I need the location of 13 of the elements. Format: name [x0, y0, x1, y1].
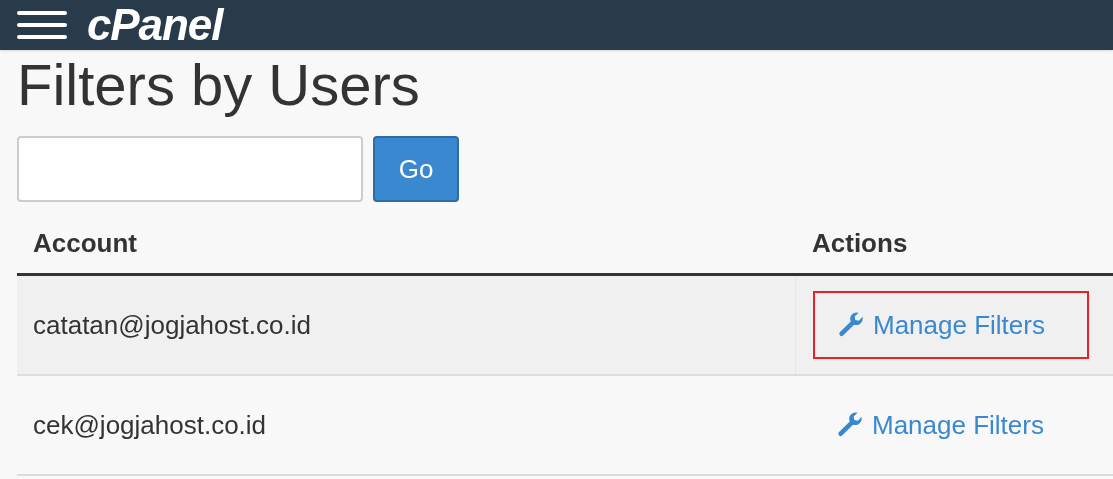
manage-filters-link[interactable]: Manage Filters [812, 391, 1088, 459]
wrench-icon [837, 311, 865, 339]
table-row[interactable]: catatan@jogjahost.co.id Manage Filters [17, 276, 1113, 376]
logo[interactable]: cPanel [87, 3, 223, 47]
table-cell-text: catatan@jogjahost.co.id [32, 308, 312, 342]
table-cell-text: cek@jogjahost.co.id [32, 408, 268, 442]
page-title: Filters by Users [17, 56, 421, 119]
menu-icon[interactable] [17, 8, 67, 42]
column-header: Account [32, 227, 138, 260]
column-header: Actions [811, 227, 908, 260]
wrench-icon [836, 411, 864, 439]
go-button[interactable]: Go [373, 136, 459, 202]
search-field[interactable] [17, 136, 363, 202]
